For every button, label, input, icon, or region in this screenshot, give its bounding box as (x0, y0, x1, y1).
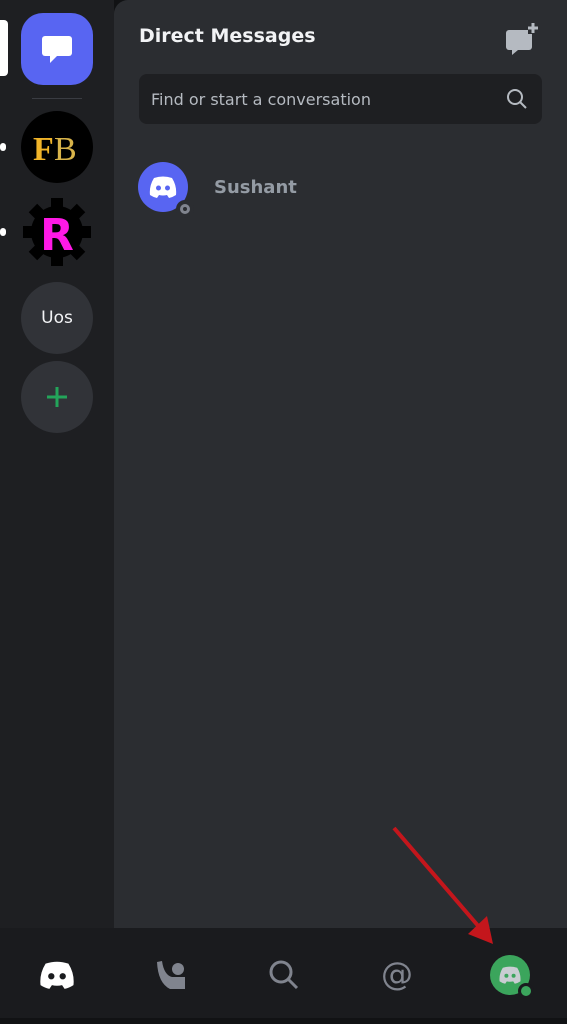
selected-indicator (0, 20, 8, 76)
friends-icon (157, 961, 185, 989)
svg-text:@: @ (381, 958, 413, 992)
search-input[interactable]: Find or start a conversation (139, 74, 542, 124)
svg-text:B: B (54, 131, 77, 168)
mentions-icon: @ (381, 958, 413, 992)
status-offline-icon (176, 200, 194, 218)
unread-indicator (0, 228, 6, 236)
home-icon (40, 961, 74, 989)
fb-logo: FB (33, 131, 77, 168)
search-placeholder: Find or start a conversation (151, 90, 371, 109)
server-r[interactable]: R (21, 196, 93, 268)
profile-avatar (499, 966, 521, 984)
add-server-button[interactable] (21, 361, 93, 433)
chat-bubble-icon (42, 36, 72, 63)
server-uos[interactable]: Uos (21, 282, 93, 354)
friends-tab[interactable] (151, 955, 191, 995)
discord-logo-icon (149, 176, 177, 198)
dm-panel: Direct Messages Find or start a conversa… (114, 0, 567, 928)
svg-text:R: R (40, 210, 74, 261)
home-tab[interactable] (37, 955, 77, 995)
status-online-icon (518, 983, 534, 999)
svg-text:F: F (33, 131, 54, 168)
mentions-tab[interactable]: @ (377, 955, 417, 995)
server-rail: FB R Uos (0, 0, 114, 928)
dm-item-sushant[interactable]: Sushant (138, 162, 297, 218)
avatar (138, 162, 194, 218)
unread-indicator (0, 143, 6, 151)
new-message-icon[interactable] (504, 22, 540, 56)
divider (32, 98, 82, 99)
search-icon (507, 89, 527, 109)
search-tab[interactable] (264, 955, 304, 995)
r-logo: R (23, 198, 91, 266)
direct-messages-button[interactable] (21, 13, 93, 85)
page-title: Direct Messages (139, 25, 316, 47)
server-fb[interactable]: FB (21, 111, 93, 183)
plus-icon (47, 387, 67, 407)
search-icon (269, 960, 299, 990)
profile-tab[interactable] (490, 955, 534, 999)
dm-name: Sushant (214, 176, 297, 198)
